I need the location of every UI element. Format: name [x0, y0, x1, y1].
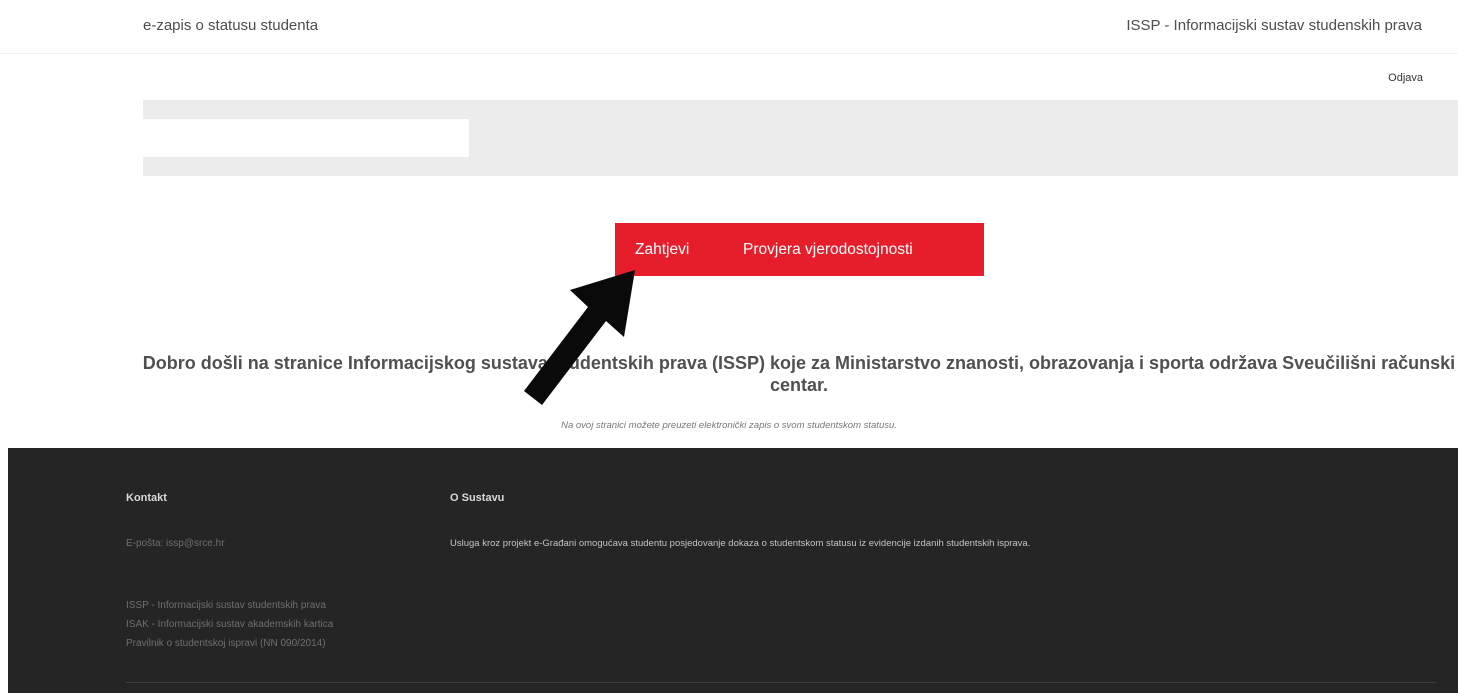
user-name-box — [143, 119, 469, 157]
main-nav: Zahtjevi Provjera vjerodostojnosti — [615, 223, 984, 276]
welcome-subtext-label: Na ovoj stranici možete preuzeti elektro… — [561, 420, 897, 431]
user-banner — [143, 100, 1458, 176]
footer-contact-heading: Kontakt — [126, 492, 167, 504]
logout-link[interactable]: Odjava — [1388, 72, 1423, 84]
footer-about-text: Usluga kroz projekt e-Građani omogućava … — [450, 538, 1031, 549]
footer-email-line: E-pošta: issp@srce.hr — [126, 538, 225, 549]
welcome-subtext: Na ovoj stranici možete preuzeti elektro… — [0, 420, 1458, 431]
welcome-heading: Dobro došli na stranice Informacijskog s… — [142, 353, 1456, 395]
arrow-pointer-icon — [524, 270, 635, 405]
footer-email-label: E-pošta: — [126, 538, 164, 549]
footer-links: ISSP - Informacijski sustav studentskih … — [126, 596, 333, 653]
system-title[interactable]: ISSP - Informacijski sustav studenskih p… — [1126, 17, 1422, 34]
page: e-zapis o statusu studenta ISSP - Inform… — [0, 0, 1458, 693]
nav-item-zahtjevi[interactable]: Zahtjevi — [635, 241, 689, 259]
nav-item-provjera-vjerodostojnosti[interactable]: Provjera vjerodostojnosti — [743, 241, 913, 259]
footer-link-isak[interactable]: ISAK - Informacijski sustav akademskih k… — [126, 615, 333, 634]
footer: Kontakt E-pošta: issp@srce.hr O Sustavu … — [8, 448, 1458, 693]
banner-edge — [120, 100, 143, 105]
footer-about-heading: O Sustavu — [450, 492, 505, 504]
footer-divider — [126, 682, 1436, 683]
top-header: e-zapis o statusu studenta ISSP - Inform… — [0, 0, 1458, 54]
footer-email-link[interactable]: issp@srce.hr — [166, 538, 225, 549]
app-title[interactable]: e-zapis o statusu studenta — [143, 17, 318, 34]
footer-link-pravilnik[interactable]: Pravilnik o studentskoj ispravi (NN 090/… — [126, 634, 333, 653]
footer-link-issp[interactable]: ISSP - Informacijski sustav studentskih … — [126, 596, 333, 615]
